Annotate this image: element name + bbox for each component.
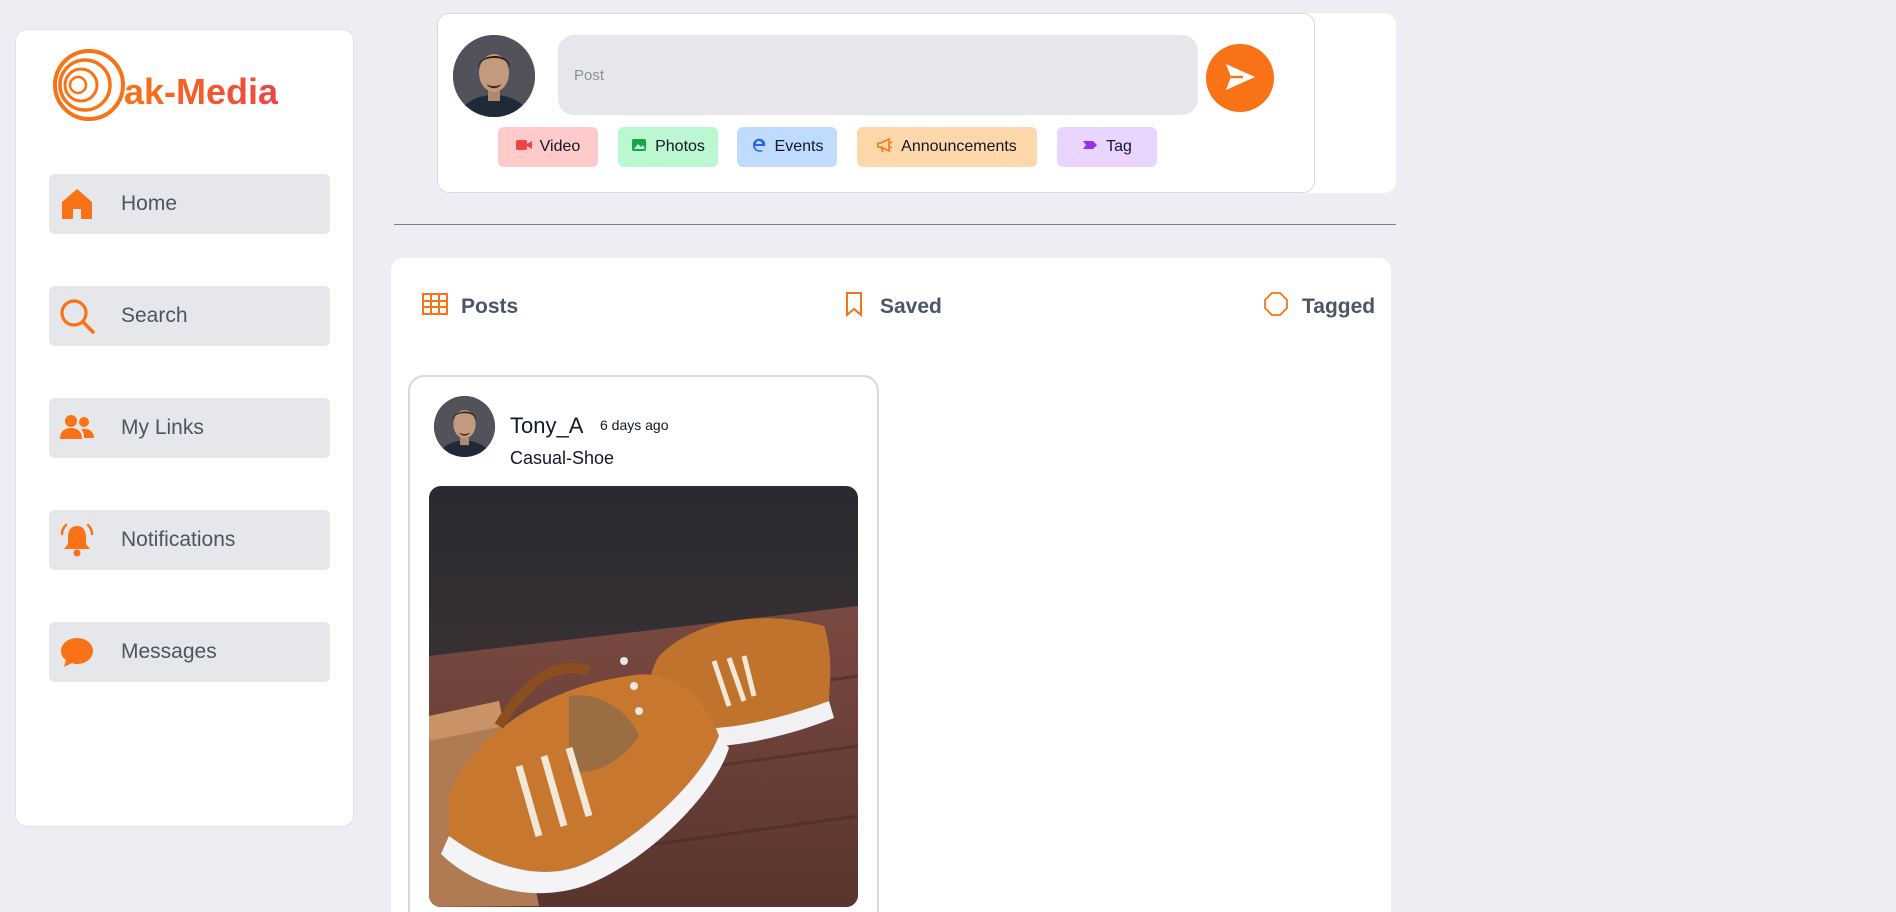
logo-rings-icon (53, 49, 125, 121)
chip-label: Video (539, 138, 581, 155)
avatar[interactable] (434, 396, 495, 457)
post-image[interactable] (429, 486, 858, 907)
sidebar: ak-Media Home Search My Links Notificati… (15, 29, 354, 827)
post-username[interactable]: Tony_A (510, 413, 583, 439)
video-camera-icon (515, 137, 532, 158)
video-chip[interactable]: Video (498, 127, 598, 167)
tab-saved[interactable]: Saved (840, 290, 942, 324)
photos-chip[interactable]: Photos (618, 127, 718, 167)
post-timestamp: 6 days ago (600, 417, 669, 433)
sidebar-item-label: Notifications (121, 528, 236, 551)
sidebar-item-my-links[interactable]: My Links (49, 398, 330, 458)
tab-label: Posts (461, 295, 519, 318)
sidebar-item-label: Search (121, 304, 188, 327)
sidebar-item-label: Messages (121, 640, 217, 663)
chip-label: Tag (1106, 138, 1132, 155)
sidebar-item-label: My Links (121, 416, 204, 439)
sidebar-item-home[interactable]: Home (49, 174, 330, 234)
image-icon (631, 137, 647, 158)
tab-tagged[interactable]: Tagged (1262, 290, 1375, 324)
tab-posts[interactable]: Posts (421, 290, 518, 324)
search-icon (59, 298, 95, 334)
users-icon (59, 410, 95, 446)
grid-table-icon (421, 290, 449, 324)
events-chip[interactable]: Events (737, 127, 837, 167)
chip-label: Events (774, 138, 824, 155)
sidebar-item-label: Home (121, 192, 178, 215)
avatar[interactable] (453, 35, 535, 117)
tab-label: Tagged (1302, 295, 1376, 318)
sidebar-item-search[interactable]: Search (49, 286, 330, 346)
sidebar-item-messages[interactable]: Messages (49, 622, 330, 682)
edge-e-icon (751, 137, 767, 158)
home-icon (59, 186, 95, 222)
logo[interactable]: ak-Media (52, 48, 278, 122)
send-button[interactable] (1206, 44, 1274, 112)
megaphone-icon (877, 137, 893, 158)
bookmark-icon (840, 290, 868, 324)
post-composer: Video Photos Events Announcements Tag (437, 13, 1315, 193)
section-divider (394, 224, 1396, 225)
announcements-chip[interactable]: Announcements (857, 127, 1037, 167)
bell-icon (59, 522, 95, 558)
tag-icon (1082, 137, 1098, 158)
chip-label: Photos (655, 138, 705, 155)
brand-name: ak-Media (124, 71, 279, 112)
post-caption: Casual-Shoe (510, 448, 615, 468)
chat-bubble-icon (59, 634, 95, 670)
post-card[interactable]: Tony_A 6 days ago Casual-Shoe (408, 375, 879, 912)
chip-label: Announcements (901, 138, 1017, 155)
octagon-icon (1262, 290, 1290, 324)
tag-chip[interactable]: Tag (1057, 127, 1157, 167)
send-icon (1223, 60, 1257, 97)
sidebar-item-notifications[interactable]: Notifications (49, 510, 330, 570)
profile-panel: Posts Saved Tagged Tony_A 6 days ago Cas… (391, 258, 1391, 912)
post-input[interactable] (558, 35, 1198, 115)
tab-label: Saved (880, 295, 942, 318)
